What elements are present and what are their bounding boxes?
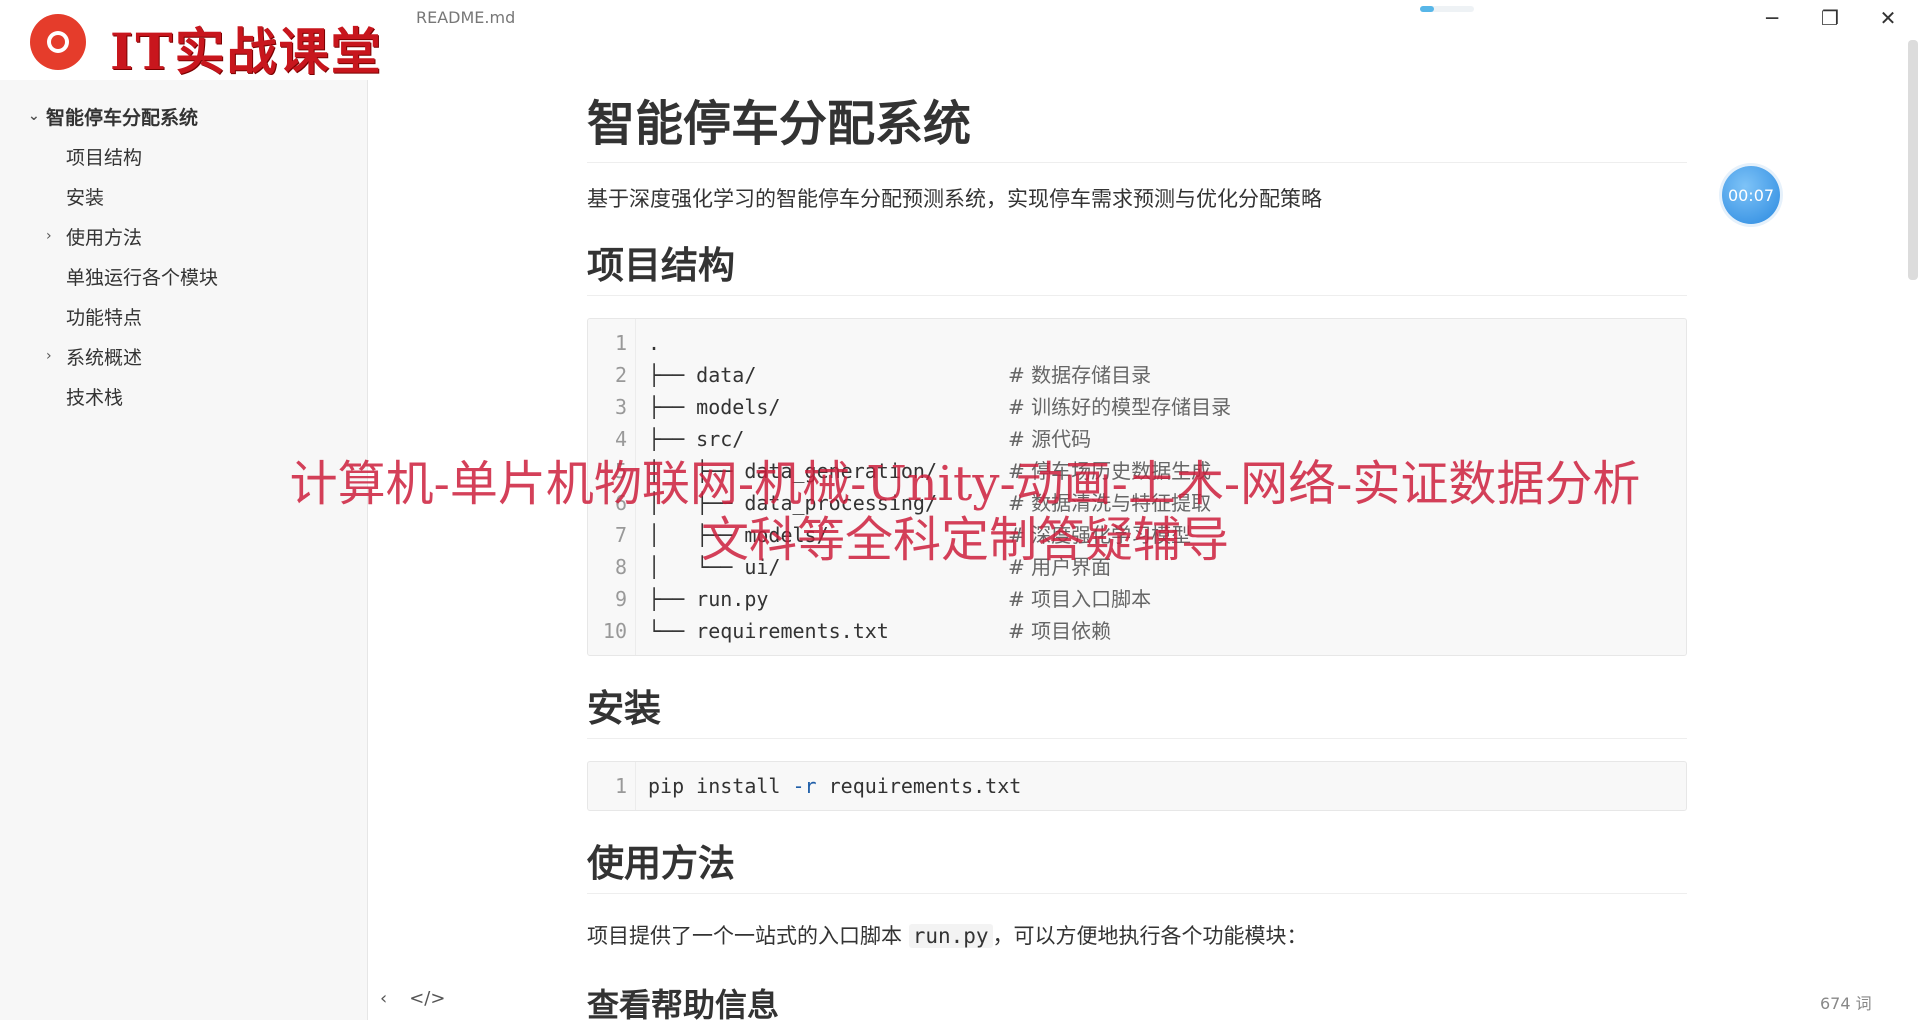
code-line: ├── run.py # 项目入口脚本 (648, 583, 1686, 615)
code-comment: # 数据存储目录 (1008, 362, 1152, 387)
logo-mark-icon (30, 14, 86, 70)
line-number-gutter: 1 2 3 4 5 6 7 8 9 10 (588, 318, 636, 655)
logo: IT实战课堂 (0, 0, 404, 81)
toc-item-label: 使用方法 (66, 226, 143, 249)
code-comment: # 用户界面 (1008, 554, 1112, 579)
document-content: 智能停车分配系统 基于深度强化学习的智能停车分配预测系统，实现停车需求预测与优化… (587, 96, 1687, 1026)
logo-text: IT实战课堂 (110, 22, 383, 81)
code-text: │ ├── data_processing/ (648, 490, 937, 515)
code-text: ├── src/ (648, 426, 745, 451)
toc-item[interactable]: 安装 (0, 176, 368, 216)
code-line: │ └── ui/ # 用户界面 (648, 551, 1686, 583)
source-code-icon[interactable]: </> (409, 988, 445, 1009)
toc-item-label: 技术栈 (66, 386, 124, 409)
install-flag: -r (792, 773, 817, 798)
line-number-gutter: 1 (588, 761, 636, 810)
toc-item[interactable]: › 系统概述 (0, 336, 368, 376)
code-line: . (648, 327, 1686, 359)
code-line: ├── models/ # 训练好的模型存储目录 (648, 391, 1686, 423)
line-number: 4 (614, 426, 627, 451)
chevron-right-icon[interactable]: › (46, 228, 52, 244)
code-text: ├── models/ (648, 394, 781, 419)
toc-item-label: 项目结构 (66, 146, 143, 169)
code-line: │ ├── data_generation/ # 停车场历史数据生成 (648, 455, 1686, 487)
line-number: 5 (614, 458, 627, 483)
back-icon[interactable]: ‹ (380, 988, 387, 1009)
code-line: └── requirements.txt # 项目依赖 (648, 615, 1686, 647)
code-comment: # 源代码 (1008, 426, 1092, 451)
chevron-down-icon[interactable]: ⌄ (28, 108, 40, 124)
line-number: 10 (602, 618, 627, 643)
toc-item[interactable]: › 使用方法 (0, 216, 368, 256)
recording-timer[interactable]: 00:07 (1722, 166, 1780, 224)
line-number: 2 (614, 362, 627, 387)
usage-text-end: ，可以方便地执行各个功能模块： (992, 923, 1308, 948)
minimize-button[interactable]: ─ (1752, 2, 1792, 34)
toc-item[interactable]: 技术栈 (0, 376, 368, 416)
usage-text: 项目提供了一个一站式的入口脚本 (587, 923, 909, 948)
sync-progress-fill (1420, 6, 1434, 12)
code-text: └── requirements.txt (648, 618, 889, 643)
code-comment: # 项目入口脚本 (1008, 586, 1152, 611)
install-code-block: 1 pip install -r requirements.txt (587, 760, 1687, 811)
heading-help: 查看帮助信息 (587, 985, 780, 1024)
code-text: ├── data/ (648, 362, 757, 387)
line-number: 6 (614, 490, 627, 515)
toc-item[interactable]: 项目结构 (0, 136, 368, 176)
install-cmd: pip install (648, 773, 793, 798)
code-comment: # 训练好的模型存储目录 (1008, 394, 1232, 419)
line-number: 8 (614, 554, 627, 579)
heading-install: 安装 (587, 678, 1687, 739)
heading-usage: 使用方法 (587, 833, 1687, 894)
code-line: │ ├── data_processing/ # 数据清洗与特征提取 (648, 487, 1686, 519)
usage-paragraph: 项目提供了一个一站式的入口脚本 run.py ，可以方便地执行各个功能模块： (587, 920, 1687, 950)
code-line: ├── src/ # 源代码 (648, 423, 1686, 455)
code-comment: # 数据清洗与特征提取 (1008, 490, 1212, 515)
maximize-button[interactable]: ❐ (1810, 2, 1850, 34)
inline-code: run.py (908, 923, 993, 948)
file-name: README.md (416, 8, 516, 27)
install-arg: requirements.txt (816, 773, 1022, 798)
code-comment: # 深度强化学习模型 (1008, 522, 1192, 547)
line-number: 3 (614, 394, 627, 419)
structure-code-block: 1 2 3 4 5 6 7 8 9 10 . ├── data/ # 数据存储目录 ├── models… (587, 317, 1687, 656)
line-number: 9 (614, 586, 627, 611)
toc-item-label: 功能特点 (66, 306, 143, 329)
chevron-right-icon[interactable]: › (46, 348, 52, 364)
line-number: 7 (614, 522, 627, 547)
toc-item-label: 系统概述 (66, 346, 143, 369)
code-text: │ ├── data_generation/ (648, 458, 937, 483)
code-lines: . ├── data/ # 数据存储目录 ├── models/ # 训练好的模型存储目… (636, 319, 1686, 655)
toc-item[interactable]: ⌄ 智能停车分配系统 (0, 96, 368, 136)
word-count: 674 词 (1820, 994, 1872, 1013)
code-comment: # 停车场历史数据生成 (1008, 458, 1212, 483)
code-line: ├── data/ # 数据存储目录 (648, 359, 1686, 391)
toc-item-label: 单独运行各个模块 (66, 266, 219, 289)
toc-item[interactable]: 功能特点 (0, 296, 368, 336)
code-lines: pip install -r requirements.txt (636, 762, 1686, 810)
vertical-scrollbar[interactable] (1908, 40, 1918, 280)
code-text: │ ├── models/ (648, 522, 829, 547)
line-number: 1 (614, 330, 627, 355)
outline-toc: ⌄ 智能停车分配系统项目结构安装 › 使用方法单独运行各个模块 功能特点 › 系统概述技术栈 (0, 96, 368, 416)
toc-item[interactable]: 单独运行各个模块 (0, 256, 368, 296)
code-text: . (648, 330, 661, 355)
doc-description: 基于深度强化学习的智能停车分配预测系统，实现停车需求预测与优化分配策略 (587, 186, 1322, 211)
bottom-toolbar: ‹ </> (380, 988, 445, 1009)
code-comment: # 项目依赖 (1008, 618, 1112, 643)
line-number: 1 (614, 773, 627, 798)
code-text: ├── run.py (648, 586, 769, 611)
code-text: │ └── ui/ (648, 554, 781, 579)
toc-item-label: 智能停车分配系统 (46, 106, 199, 129)
sync-progress (1420, 6, 1474, 12)
code-line: │ ├── models/ # 深度强化学习模型 (648, 519, 1686, 551)
heading-structure: 项目结构 (587, 235, 1687, 296)
close-button[interactable]: ✕ (1868, 2, 1908, 34)
doc-title: 智能停车分配系统 (587, 96, 1687, 163)
toc-item-label: 安装 (66, 186, 105, 209)
sidebar: IT实战课堂 ⌄ 智能停车分配系统项目结构安装 › 使用方法单独运行各个模块 功能特点 ›… (0, 0, 404, 1020)
